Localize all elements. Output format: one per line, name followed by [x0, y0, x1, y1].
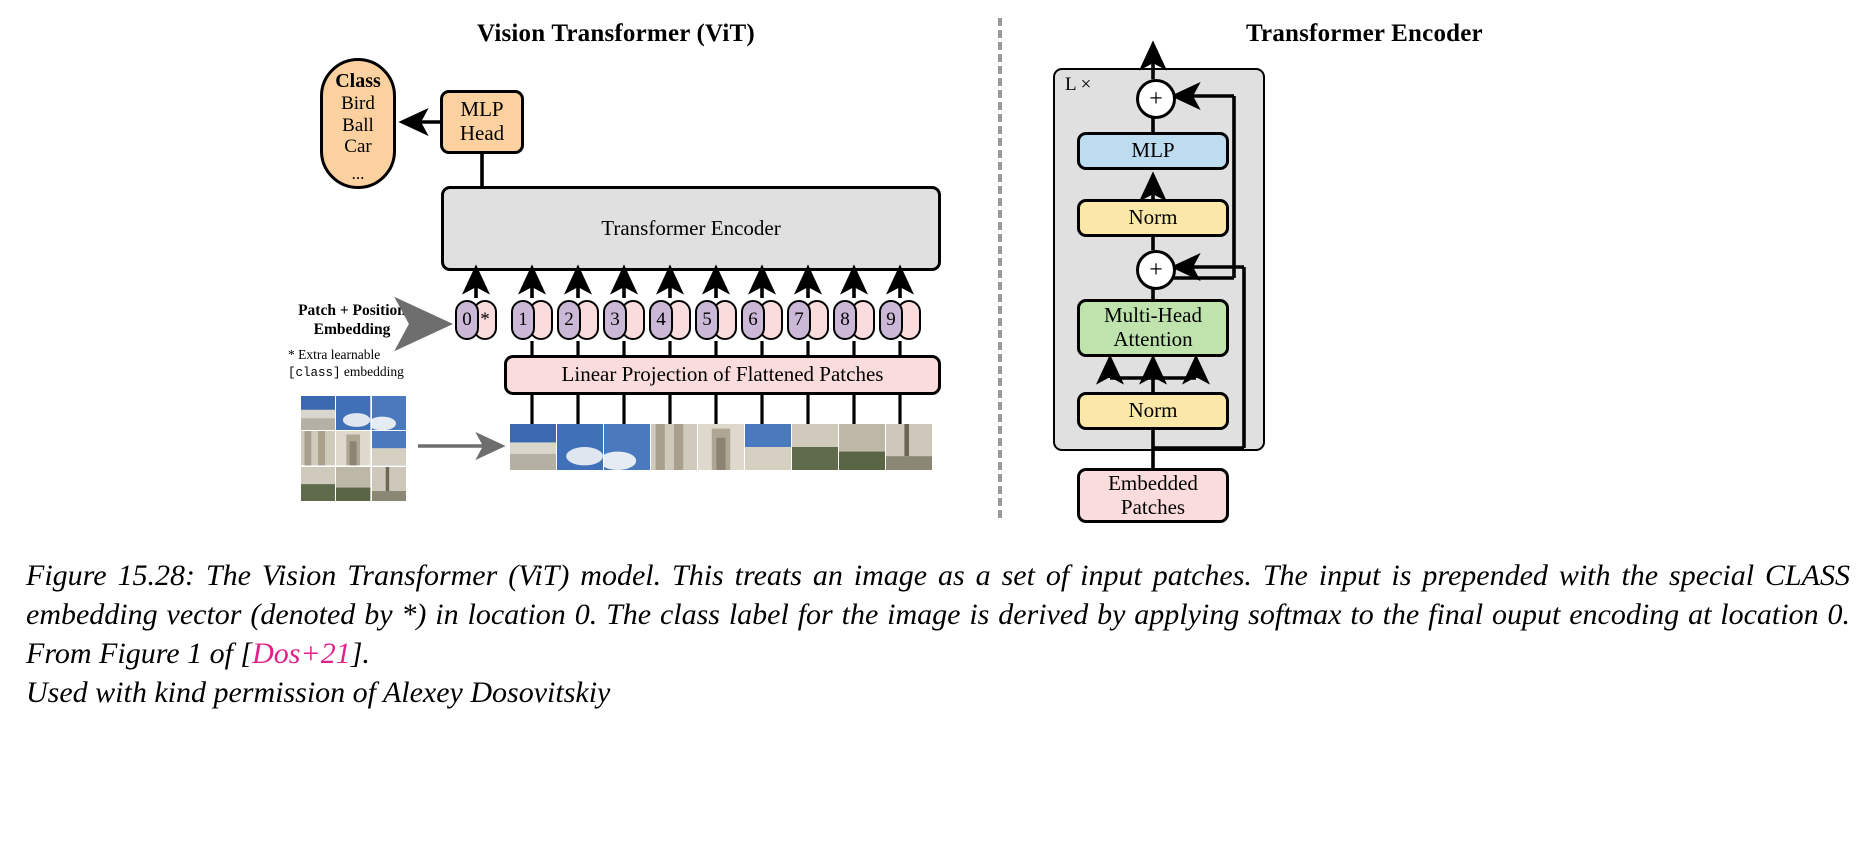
patch-position-embedding-label: Patch + Position Embedding — [288, 302, 416, 339]
token-4-position: 4 — [649, 300, 673, 340]
linear-projection-bar: Linear Projection of Flattened Patches — [504, 355, 941, 395]
strip-patch-2 — [604, 424, 650, 470]
left-panel-title: Vision Transformer (ViT) — [477, 20, 755, 47]
mlp-block: MLP — [1077, 132, 1229, 170]
token-3-position: 3 — [603, 300, 627, 340]
patch-position-line2: Embedding — [313, 320, 391, 338]
source-patch-5 — [371, 431, 406, 466]
embedded-patches-line1: Embedded — [1108, 470, 1198, 495]
extra-learnable-embedding-note: * Extra learnable [class] embedding — [288, 347, 418, 382]
right-panel-title: Transformer Encoder — [1246, 20, 1483, 47]
class-label-car: Car — [344, 135, 372, 157]
token-0-position: 0 — [455, 300, 479, 340]
class-head-label: Class — [335, 70, 381, 92]
token-8-position: 8 — [833, 300, 857, 340]
source-patch-8 — [371, 466, 406, 501]
class-label-bird: Bird — [341, 93, 375, 115]
mlp-head-box: MLP Head — [440, 90, 524, 154]
strip-patch-7 — [839, 424, 885, 470]
transformer-encoder-bar-label: Transformer Encoder — [601, 215, 781, 240]
source-patch-1 — [336, 396, 371, 431]
extra-learnable-tail: embedding — [340, 363, 404, 379]
connector-overlay — [394, 40, 1246, 468]
norm-bottom-label: Norm — [1128, 398, 1178, 423]
extra-learnable-line1: * Extra learnable — [288, 347, 381, 362]
caption-citation[interactable]: Dos+21 — [252, 637, 351, 670]
plus-symbol-bottom: + — [1149, 257, 1163, 283]
source-patch-4 — [336, 431, 371, 466]
token-2-position: 2 — [557, 300, 581, 340]
linear-projection-label: Linear Projection of Flattened Patches — [561, 362, 884, 387]
strip-patch-1 — [557, 424, 603, 470]
token-1-position: 1 — [511, 300, 535, 340]
mha-line2: Attention — [1113, 327, 1193, 351]
residual-add-node-bottom: + — [1136, 250, 1176, 290]
source-patch-3 — [301, 431, 336, 466]
norm-top-label: Norm — [1128, 205, 1178, 230]
embedded-patches-block: Embedded Patches — [1077, 468, 1229, 523]
source-patch-7 — [336, 466, 371, 501]
mlp-block-label: MLP — [1131, 138, 1175, 163]
mha-line1: Multi-Head — [1104, 303, 1202, 328]
encoder-repeat-label: L × — [1065, 74, 1092, 95]
extra-learnable-class-token: [class] — [288, 365, 341, 380]
transformer-encoder-bar: Transformer Encoder — [441, 186, 941, 271]
class-label-ellipsis: ... — [351, 164, 365, 184]
norm-block-bottom: Norm — [1077, 392, 1229, 430]
strip-patch-6 — [792, 424, 838, 470]
panel-divider — [998, 18, 1002, 518]
source-patch-6 — [301, 466, 336, 501]
multi-head-attention-block: Multi-Head Attention — [1077, 299, 1229, 357]
caption-text-part2: ]. — [350, 637, 370, 670]
strip-patch-4 — [698, 424, 744, 470]
strip-patch-8 — [886, 424, 932, 470]
caption-last-line: Used with kind permission of Alexey Doso… — [26, 676, 611, 709]
norm-block-top: Norm — [1077, 199, 1229, 237]
source-image-grid — [301, 396, 406, 501]
figure-area: Vision Transformer (ViT) Transformer Enc… — [0, 0, 1868, 545]
token-7-position: 7 — [787, 300, 811, 340]
strip-patch-3 — [651, 424, 697, 470]
embedded-patches-line2: Patches — [1120, 494, 1186, 519]
source-patch-2 — [371, 396, 406, 431]
token-5-position: 5 — [695, 300, 719, 340]
class-label-ball: Ball — [342, 114, 374, 136]
plus-symbol-top: + — [1149, 86, 1163, 112]
strip-patch-5 — [745, 424, 791, 470]
source-patch-0 — [301, 396, 336, 431]
mlp-head-line2: Head — [459, 121, 505, 145]
flattened-patch-strip — [510, 424, 932, 470]
class-output-capsule: Class Bird Ball Car ... — [320, 58, 396, 189]
strip-patch-0 — [510, 424, 556, 470]
mlp-head-line1: MLP — [460, 97, 504, 122]
token-6-position: 6 — [741, 300, 765, 340]
figure-caption: Figure 15.28: The Vision Transformer (Vi… — [26, 556, 1850, 712]
residual-add-node-top: + — [1136, 79, 1176, 119]
token-9-position: 9 — [879, 300, 903, 340]
patch-position-line1: Patch + Position — [298, 302, 406, 319]
